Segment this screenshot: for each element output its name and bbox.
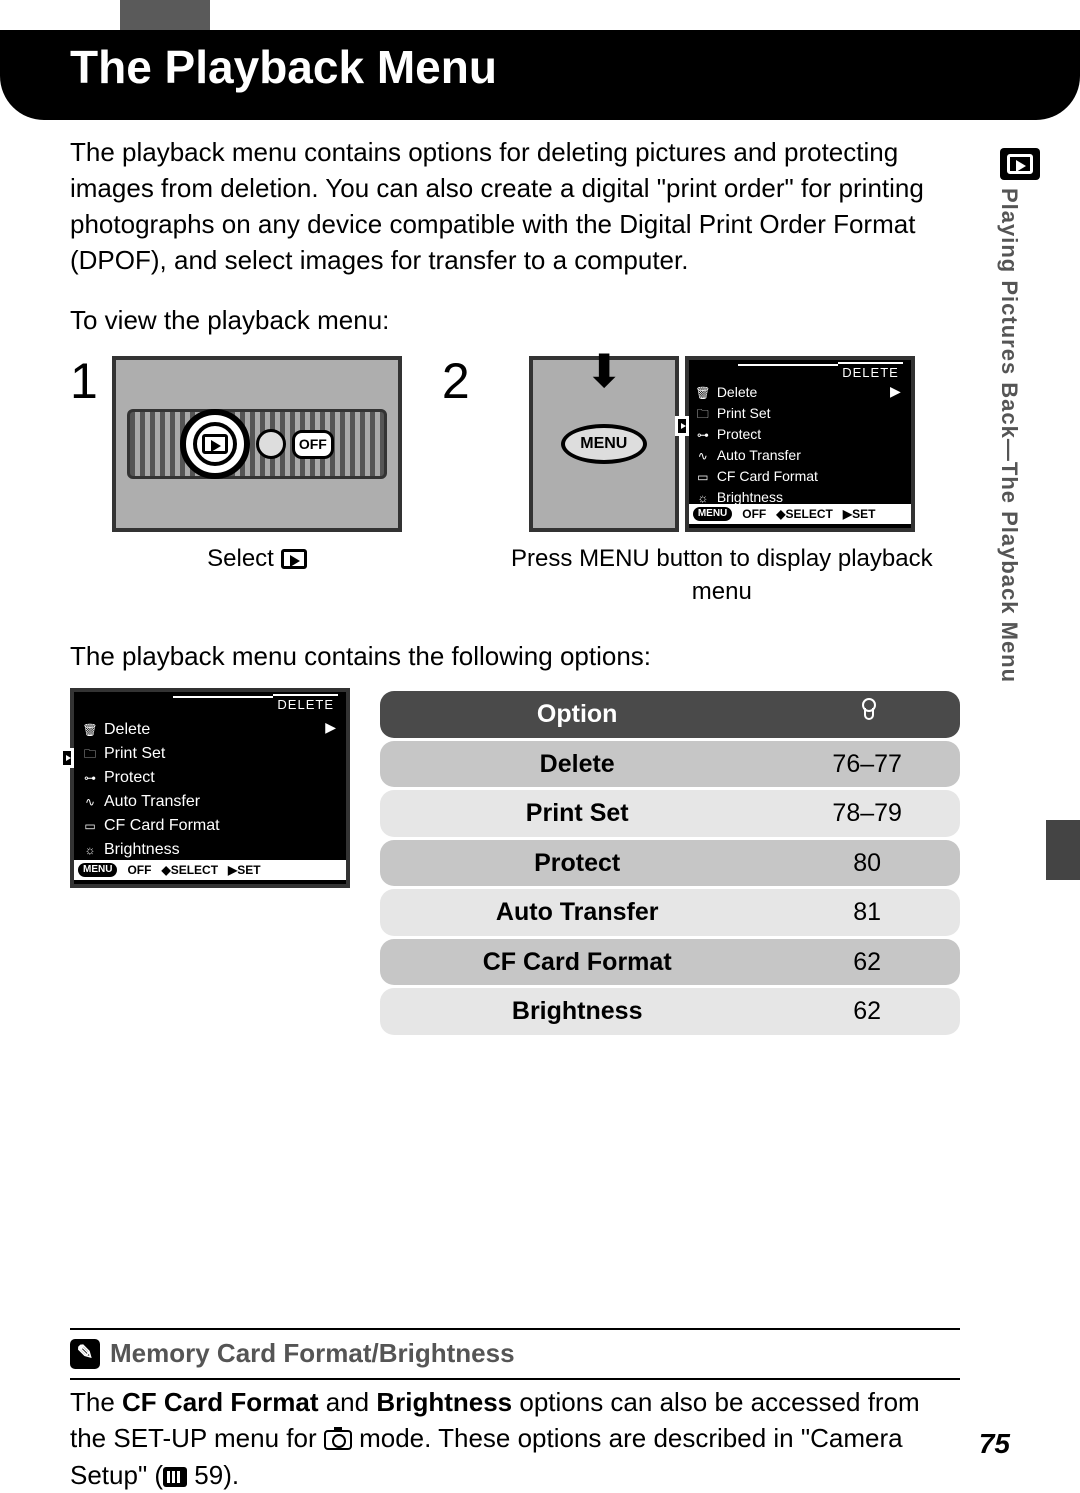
step-2: 2 ⬇ MENU DELETE 🗑Delete 🗀Print Set [442, 356, 960, 608]
off-label: OFF [292, 430, 334, 459]
play-tab-icon [675, 416, 689, 436]
play-tab-icon [60, 748, 74, 768]
page-title: The Playback Menu [0, 30, 1080, 94]
options-table: Option Delete76–77 Print Set78–79 Protec… [380, 688, 960, 1038]
table-row: Print Set78–79 [380, 790, 960, 837]
dial-knob [180, 409, 250, 479]
side-section-label: Playing Pictures Back—The Playback Menu [996, 188, 1022, 778]
table-row: Delete76–77 [380, 741, 960, 788]
mini-menu-list: 🗑Delete 🗀Print Set ⊶Protect ∿Auto Transf… [82, 718, 338, 862]
options-screenshot: DELETE 🗑Delete 🗀Print Set ⊶Protect ∿Auto… [70, 688, 350, 888]
table-row: CF Card Format62 [380, 939, 960, 986]
page-number: 75 [979, 1428, 1010, 1460]
lead-text: To view the playback menu: [70, 303, 960, 339]
side-thumb-tab [1046, 820, 1080, 880]
step-2-image-camera: ⬇ MENU [529, 356, 679, 532]
intro-paragraph: The playback menu contains options for d… [70, 135, 960, 279]
step-2-number: 2 [442, 356, 470, 406]
col-page-icon [774, 691, 960, 738]
selected-arrow-icon: ▶ [325, 718, 336, 737]
camera-mode-icon [324, 1430, 352, 1450]
note-title: ✎ Memory Card Format/Brightness [70, 1334, 960, 1378]
note-icon: ✎ [70, 1339, 100, 1369]
step-1-image: OFF [112, 356, 402, 532]
table-row: Brightness62 [380, 988, 960, 1035]
page-ref-icon [163, 1467, 187, 1487]
selected-arrow-icon: ▶ [890, 382, 901, 401]
mini-footer: MENU OFF ◆SELECT ▶SET [74, 860, 346, 881]
mode-dial: OFF [127, 409, 387, 479]
step-2-image-screen: DELETE 🗑Delete 🗀Print Set ⊶Protect ∿Auto… [685, 356, 915, 532]
menu-title: DELETE [838, 362, 903, 382]
step-1: 1 OFF Select [70, 356, 402, 608]
table-row: Protect80 [380, 840, 960, 887]
options-area: DELETE 🗑Delete 🗀Print Set ⊶Protect ∿Auto… [70, 688, 960, 1038]
step-2-caption: Press MENU button to display playback me… [484, 542, 960, 608]
side-strip: Playing Pictures Back—The Playback Menu [996, 148, 1044, 798]
playback-icon [1000, 148, 1040, 180]
play-icon [202, 434, 228, 454]
title-bar: The Playback Menu Managing Pictures [0, 30, 1080, 120]
page-ref-icon [852, 698, 882, 722]
menu-title: DELETE [273, 694, 338, 714]
table-header-row: Option [380, 691, 960, 738]
step-1-number: 1 [70, 356, 98, 406]
options-intro: The playback menu contains the following… [70, 639, 960, 675]
menu-button: MENU [561, 424, 647, 464]
note-box: ✎ Memory Card Format/Brightness The CF C… [70, 1328, 960, 1493]
col-option: Option [380, 691, 774, 738]
top-tab [120, 0, 210, 30]
step-1-caption: Select [207, 542, 306, 575]
arrow-down-icon: ⬇ [585, 358, 624, 386]
mini-menu-list: 🗑Delete 🗀Print Set ⊶Protect ∿Auto Transf… [695, 382, 905, 508]
table-row: Auto Transfer81 [380, 889, 960, 936]
note-body: The CF Card Format and Brightness option… [70, 1384, 960, 1493]
play-icon [281, 549, 307, 569]
steps: 1 OFF Select [70, 356, 960, 608]
mini-footer: MENU OFF ◆SELECT ▶SET [689, 504, 911, 525]
content: The playback menu contains options for d… [70, 135, 960, 1493]
